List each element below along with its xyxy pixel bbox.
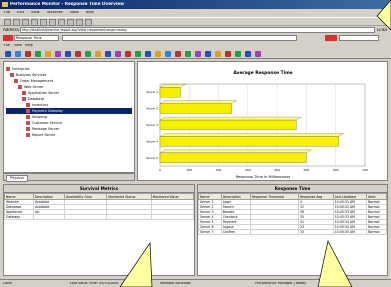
callout-overlay (119, 0, 391, 287)
callout-pointer-survival (119, 241, 153, 287)
callout-pointer-response (317, 239, 353, 287)
callout-pointer-top (376, 0, 391, 31)
